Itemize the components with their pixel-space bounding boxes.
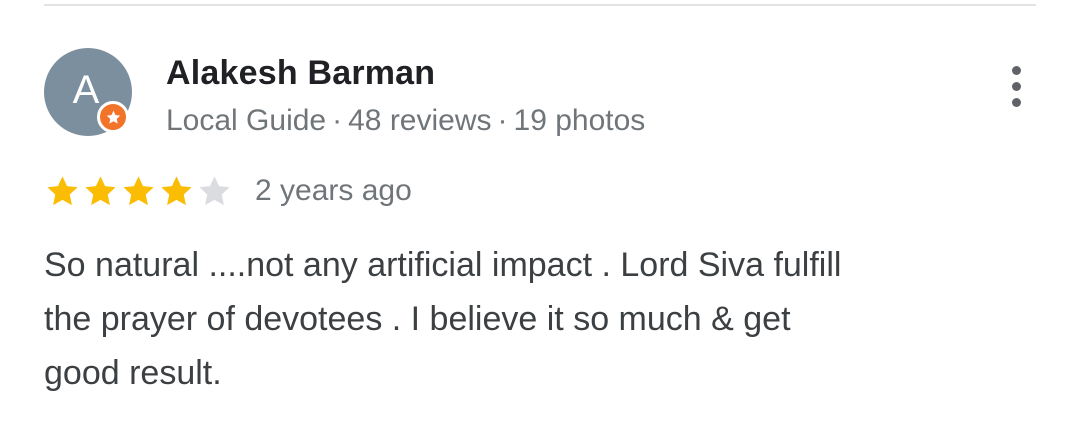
- more-vert-icon: [1011, 81, 1021, 91]
- meta-separator: ·: [332, 104, 343, 137]
- review-text: So natural ....not any artificial impact…: [44, 246, 842, 392]
- star-filled-icon: [161, 175, 192, 205]
- author-name[interactable]: Alakesh Barman: [166, 54, 435, 93]
- review-card: A Alakesh Barman Local Guide · 48 reviews ·…: [0, 0, 1080, 435]
- star-filled-icon: [85, 175, 116, 205]
- rating-row: 2 years ago: [44, 170, 412, 212]
- avatar-letter: A: [72, 67, 100, 112]
- local-guide-label: Local Guide: [166, 104, 327, 137]
- more-options-button[interactable]: [996, 58, 1036, 114]
- meta-separator: ·: [497, 104, 508, 137]
- star-filled-icon: [123, 175, 154, 205]
- review-time: 2 years ago: [255, 174, 412, 207]
- more-vert-icon: [1011, 97, 1021, 107]
- star-empty-icon: [199, 175, 230, 205]
- more-vert-icon: [1011, 65, 1021, 75]
- photos-count: 19 photos: [513, 104, 646, 137]
- reviews-count: 48 reviews: [348, 104, 492, 137]
- author-meta: Local Guide · 48 reviews · 19 photos: [166, 104, 645, 138]
- star-filled-icon: [47, 175, 78, 205]
- star-rating: [44, 173, 233, 210]
- local-guide-star-icon: [97, 101, 129, 133]
